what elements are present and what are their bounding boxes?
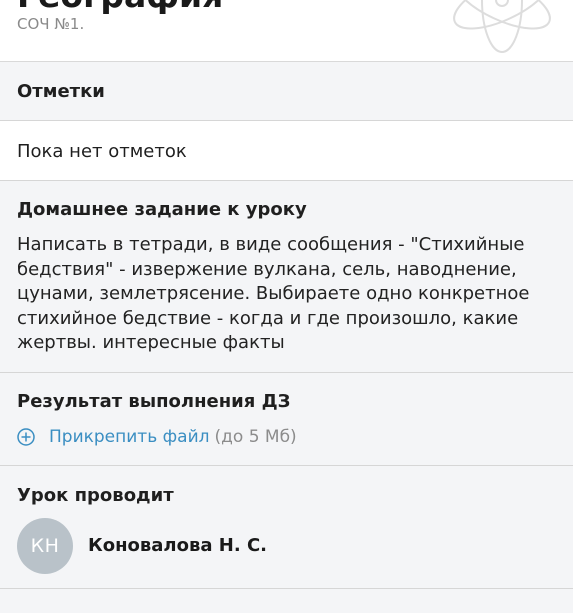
bottom-spacer: [0, 589, 573, 613]
marks-list: Пока нет отметок: [0, 121, 573, 181]
teacher-heading: Урок проводит: [17, 485, 174, 506]
attach-file-link[interactable]: Прикрепить файл: [49, 426, 210, 448]
atom-icon: [453, 0, 551, 53]
lesson-topic: СОЧ №1.: [17, 15, 85, 33]
teacher-avatar: КН: [17, 518, 73, 574]
marks-heading: Отметки: [17, 81, 105, 102]
homework-result-heading: Результат выполнения ДЗ: [17, 391, 291, 412]
plus-circle-icon: [17, 428, 35, 446]
teacher-name: Коновалова Н. С.: [88, 535, 267, 556]
attach-size-hint: (до 5 Мб): [214, 427, 297, 447]
homework-result-section: Результат выполнения ДЗ Прикрепить файл …: [0, 373, 573, 466]
teacher-section: Урок проводит КН Коновалова Н. С.: [0, 466, 573, 589]
teacher-card[interactable]: КН Коновалова Н. С.: [17, 518, 267, 574]
homework-heading: Домашнее задание к уроку: [17, 199, 307, 220]
homework-text: Написать в тетради, в виде сообщения - "…: [17, 234, 530, 353]
no-marks-text: Пока нет отметок: [17, 141, 187, 162]
lesson-header: География СОЧ №1.: [0, 0, 573, 62]
attach-file-button[interactable]: Прикрепить файл (до 5 Мб): [17, 426, 297, 448]
homework-section: Домашнее задание к уроку Написать в тетр…: [0, 181, 573, 373]
marks-section-header: Отметки: [0, 62, 573, 121]
